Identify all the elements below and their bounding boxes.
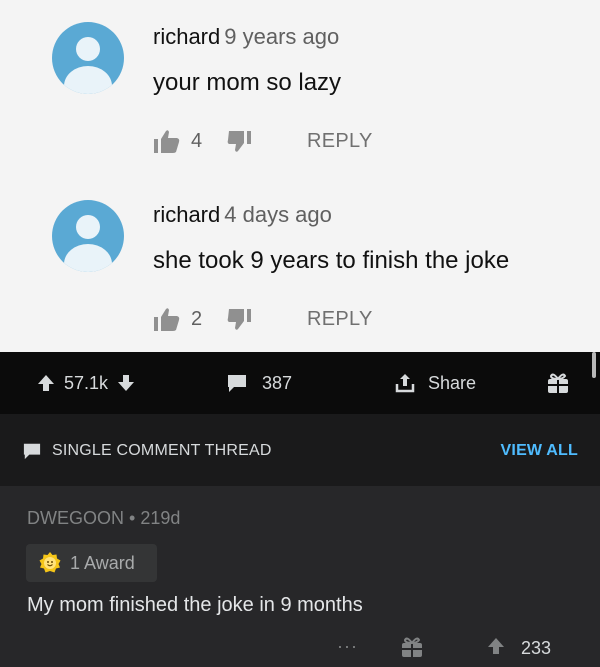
thumbs-down-icon[interactable]: [227, 128, 253, 154]
youtube-comment: richard 4 days ago she took 9 years to fi…: [0, 186, 600, 346]
thread-header: SINGLE COMMENT THREAD VIEW ALL: [0, 414, 600, 486]
share-button[interactable]: Share: [394, 352, 476, 414]
comment-age: 219d: [140, 508, 181, 528]
thumbs-up-icon[interactable]: [153, 306, 181, 332]
view-all-link[interactable]: VIEW ALL: [501, 442, 578, 460]
thumbs-up-icon[interactable]: [153, 128, 181, 154]
comment-author[interactable]: richard: [153, 24, 220, 49]
comment-text: she took 9 years to finish the joke: [153, 247, 510, 274]
upvote-icon[interactable]: [36, 373, 56, 393]
more-options-button[interactable]: ···: [337, 636, 358, 657]
thread-label: SINGLE COMMENT THREAD: [52, 442, 272, 459]
downvote-icon[interactable]: [116, 373, 136, 393]
give-award-button[interactable]: [546, 352, 570, 414]
award-badge[interactable]: 1 Award: [26, 544, 157, 582]
reply-button[interactable]: REPLY: [307, 130, 373, 153]
vote-group: 57.1k: [36, 352, 136, 414]
wholesome-award-icon: [39, 552, 61, 573]
comment-body: My mom finished the joke in 9 months: [27, 594, 363, 616]
comment-meta: DWEGOON • 219d: [27, 508, 180, 529]
meta-separator: •: [129, 508, 136, 528]
comment-actions: ··· 233: [0, 632, 600, 667]
comment-time: 9 years ago: [224, 24, 340, 49]
post-score: 57.1k: [64, 372, 109, 393]
comments-button[interactable]: 387: [226, 352, 292, 414]
comment-icon: [228, 375, 246, 392]
post-action-bar: 57.1k 387 Share: [0, 352, 600, 414]
reply-button[interactable]: REPLY: [307, 308, 373, 331]
youtube-comment: richard 9 years ago your mom so lazy 4 RE…: [0, 8, 600, 168]
comment-count: 387: [262, 372, 293, 393]
comment-meta: richard 4 days ago: [153, 202, 332, 228]
reddit-comment: DWEGOON • 219d 1 Award My mom finished t…: [0, 486, 600, 667]
gift-icon[interactable]: [400, 635, 424, 659]
comment-author[interactable]: DWEGOON: [27, 508, 124, 528]
upvote-icon[interactable]: [486, 636, 506, 656]
like-count: 4: [191, 129, 203, 152]
comment-author[interactable]: richard: [153, 202, 220, 227]
thumbs-down-icon[interactable]: [227, 306, 253, 332]
like-count: 2: [191, 307, 203, 330]
share-icon: [395, 374, 415, 393]
gift-icon: [548, 373, 568, 393]
single-comment-thread: SINGLE COMMENT THREAD: [22, 442, 272, 460]
comment-meta: richard 9 years ago: [153, 24, 339, 50]
comment-icon: [23, 443, 41, 460]
comment-time: 4 days ago: [224, 202, 332, 227]
comment-actions: 4 REPLY: [153, 126, 373, 156]
avatar[interactable]: [52, 200, 124, 272]
scrollbar[interactable]: [592, 352, 596, 378]
comment-actions: 2 REPLY: [153, 304, 373, 334]
youtube-comments-screenshot: richard 9 years ago your mom so lazy 4 RE…: [0, 0, 600, 352]
award-label: 1 Award: [70, 552, 135, 573]
share-label: Share: [428, 372, 477, 393]
comment-text: your mom so lazy: [153, 69, 342, 96]
comment-score: 233: [521, 638, 552, 658]
avatar[interactable]: [52, 22, 124, 94]
